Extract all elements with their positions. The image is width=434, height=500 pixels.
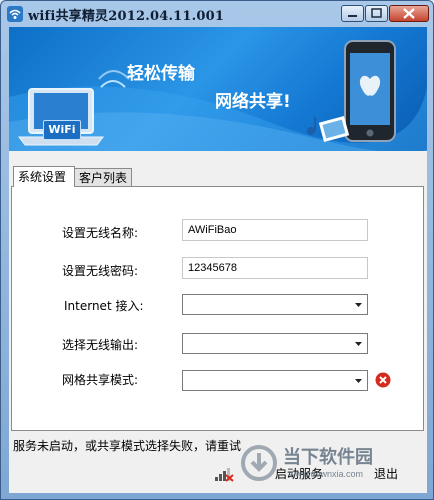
minimize-button[interactable] [341,5,364,22]
watermark: 当下软件园 www.downxia.com [239,439,429,491]
internet-label: Internet 接入: [64,299,144,313]
watermark-title: 当下软件园 [283,447,373,468]
tab-system-settings[interactable]: 系统设置 [13,166,75,187]
maximize-icon [371,8,382,18]
close-icon [403,8,415,19]
tab-label: 客户列表 [79,171,128,185]
password-label: 设置无线密码: [62,264,139,278]
tab-client-list[interactable]: 客户列表 [74,168,132,186]
wifi-logo: WiFi [43,120,81,140]
minimize-icon [348,15,357,17]
chevron-down-icon [355,342,362,346]
chevron-down-icon [355,379,362,383]
banner: 轻松传输 网络共享! WiFi [9,27,427,151]
ssid-label: 设置无线名称: [62,226,139,240]
app-window: wifi共享精灵2012.04.11.001 轻松传输 网络共享! WiFi 系… [0,0,434,500]
tab-label: 系统设置 [18,170,67,184]
ssid-input[interactable]: AWiFiBao [182,219,368,241]
share-mode-select[interactable] [182,370,368,391]
internet-select[interactable] [182,294,368,315]
wifi-app-icon [7,6,23,22]
wireless-output-select[interactable] [182,333,368,354]
close-button[interactable] [389,5,429,22]
error-icon [375,372,391,388]
watermark-logo-icon [241,445,277,481]
title-bar[interactable]: wifi共享精灵2012.04.11.001 [1,1,434,27]
banner-slogan-1: 轻松传输 [127,64,195,84]
share-mode-label: 网格共享模式: [62,373,139,387]
settings-panel: 设置无线名称: AWiFiBao 设置无线密码: 12345678 Intern… [11,186,424,431]
window-title: wifi共享精灵2012.04.11.001 [28,9,225,24]
watermark-url: www.downxia.com [289,469,364,479]
banner-slogan-2: 网络共享! [215,92,291,112]
output-label: 选择无线输出: [62,338,139,352]
maximize-button[interactable] [365,5,388,22]
signal-strength-icon [215,468,234,482]
password-input[interactable]: 12345678 [182,257,368,279]
chevron-down-icon [355,303,362,307]
